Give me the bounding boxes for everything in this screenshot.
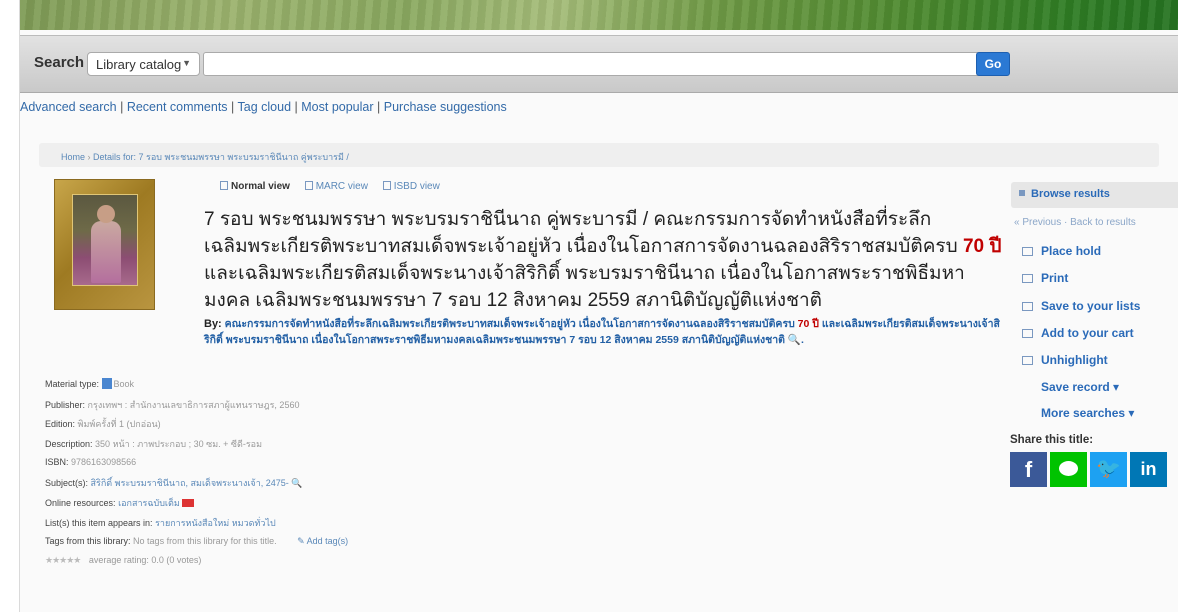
rating-row: ★★★★★ average rating: 0.0 (0 votes) [45, 555, 348, 575]
previous-link[interactable]: « Previous [1014, 217, 1061, 228]
list-icon [382, 181, 391, 190]
book-cover-image[interactable] [54, 179, 155, 310]
author-link[interactable]: คณะกรรมการจัดทำหนังสือที่ระลึกเฉลิมพระเก… [204, 318, 1000, 346]
cover-portrait [72, 194, 138, 286]
search-input[interactable] [203, 52, 988, 76]
chevron-down-icon: ▼ [182, 58, 191, 68]
most-popular-link[interactable]: Most popular [301, 100, 373, 114]
online-resources-row: Online resources: เอกสารฉบับเต็ม [45, 496, 348, 516]
add-tags-link[interactable]: ✎ Add tag(s) [297, 536, 348, 546]
facebook-share-button[interactable]: f [1010, 452, 1047, 487]
linkedin-share-button[interactable]: in [1130, 452, 1167, 487]
save-record-dropdown[interactable]: Save record ▾ [1011, 374, 1178, 400]
purchase-suggestions-link[interactable]: Purchase suggestions [384, 100, 507, 114]
save-to-lists-button[interactable]: Save to your lists [1011, 293, 1178, 320]
twitter-icon: 🐦 [1096, 458, 1121, 480]
star-rating[interactable]: ★★★★★ [45, 555, 81, 565]
linkedin-icon: in [1140, 459, 1157, 479]
list-link[interactable]: รายการหนังสือใหม่ หมวดทั่วไป [155, 518, 276, 528]
unhighlight-button[interactable]: Unhighlight [1011, 347, 1178, 374]
hold-icon [1022, 247, 1033, 256]
back-to-results-link[interactable]: Back to results [1070, 217, 1136, 228]
search-icon[interactable]: 🔍 [291, 478, 302, 488]
list-add-icon [1022, 301, 1033, 311]
record-actions-sidebar: Browse results « Previous · Back to resu… [1010, 182, 1178, 487]
print-button[interactable]: Print [1011, 265, 1178, 292]
search-bar: Search Library catalog ▼ Go [20, 35, 1178, 93]
advanced-search-link[interactable]: Advanced search [20, 100, 117, 114]
record-title: 7 รอบ พระชนมพรรษา พระบรมราชินีนาถ คู่พระ… [204, 209, 1002, 311]
line-icon [1059, 461, 1078, 476]
share-label: Share this title: [1010, 434, 1094, 446]
twitter-share-button[interactable]: 🐦 [1090, 452, 1127, 487]
isbn-row: ISBN: 9786163098566 [45, 456, 137, 467]
printer-icon [1022, 274, 1033, 284]
tab-marc-view[interactable]: MARC view [304, 181, 371, 192]
publisher-link[interactable]: กรุงเทพฯ : สำนักงานเลขาธิการสภาผู้แทนราษ… [88, 400, 300, 410]
recent-comments-link[interactable]: Recent comments [127, 100, 228, 114]
more-searches-dropdown[interactable]: More searches ▾ [1011, 400, 1178, 426]
cart-icon [1022, 328, 1033, 338]
rating-text: average rating: 0.0 (0 votes) [88, 555, 202, 566]
highlight-icon [1022, 356, 1033, 366]
edition-row: Edition: พิมพ์ครั้งที่ 1 (ปกอ่อน) [45, 419, 161, 430]
by-label: By: [204, 318, 222, 330]
subjects-row: Subject(s): สิริกิติ์ พระบรมราชินีนาถ, ส… [45, 478, 303, 489]
search-icon[interactable]: 🔍 [788, 334, 801, 346]
separator: | [120, 100, 127, 114]
separator: | [377, 100, 384, 114]
tab-isbd-view[interactable]: ISBD view [382, 181, 440, 192]
browse-nav: « Previous · Back to results [1014, 217, 1136, 228]
book-icon [101, 378, 112, 389]
search-scope-value: Library catalog [96, 57, 182, 72]
search-label: Search [34, 54, 85, 71]
page-frame: Search Library catalog ▼ Go Advanced sea… [19, 0, 1178, 612]
record-author: By: คณะกรรมการจัดทำหนังสือที่ระลึกเฉลิมพ… [204, 318, 1000, 346]
tag-cloud-link[interactable]: Tag cloud [238, 100, 292, 114]
pdf-icon [181, 499, 194, 508]
more-searches-links: Advanced search | Recent comments | Tag … [20, 100, 507, 114]
lists-row: List(s) this item appears in: รายการหนัง… [45, 517, 276, 528]
publisher-row: Publisher: กรุงเทพฯ : สำนักงานเลขาธิการส… [45, 399, 300, 410]
add-to-cart-button[interactable]: Add to your cart [1011, 320, 1178, 347]
place-hold-button[interactable]: Place hold [1011, 238, 1178, 265]
subject-link[interactable]: สิริกิติ์ พระบรมราชินีนาถ, สมเด็จพระนางเ… [91, 478, 289, 488]
document-icon [220, 181, 228, 190]
tags-row: Tags from this library: No tags from thi… [45, 535, 349, 546]
grid-icon [304, 181, 313, 190]
description-row: Description: 350 หน้า : ภาพประกอบ ; 30 ซ… [45, 439, 263, 450]
material-type-row: Material type: Book [45, 378, 135, 389]
breadcrumb-current[interactable]: Details for: 7 รอบ พระชนมพรรษา พระบรมราช… [93, 152, 349, 162]
online-resource-link[interactable]: เอกสารฉบับเต็ม [118, 498, 180, 508]
go-button[interactable]: Go [976, 52, 1010, 76]
record-details: Material type: Book Publisher: กรุงเทพฯ … [45, 378, 348, 575]
breadcrumb-home[interactable]: Home [61, 152, 85, 162]
header-banner [20, 0, 1178, 30]
tab-normal-view[interactable]: Normal view [220, 181, 293, 192]
line-share-button[interactable] [1050, 452, 1087, 487]
browse-results-header[interactable]: Browse results [1011, 182, 1178, 208]
search-scope-select[interactable]: Library catalog ▼ [87, 52, 200, 76]
title-highlight: 70 ปี [962, 236, 1002, 257]
view-tabs: Normal view MARC view ISBD view [220, 181, 452, 192]
list-icon [1019, 190, 1025, 196]
facebook-icon: f [1024, 457, 1033, 482]
breadcrumb: Home › Details for: 7 รอบ พระชนมพรรษา พร… [39, 143, 1159, 167]
